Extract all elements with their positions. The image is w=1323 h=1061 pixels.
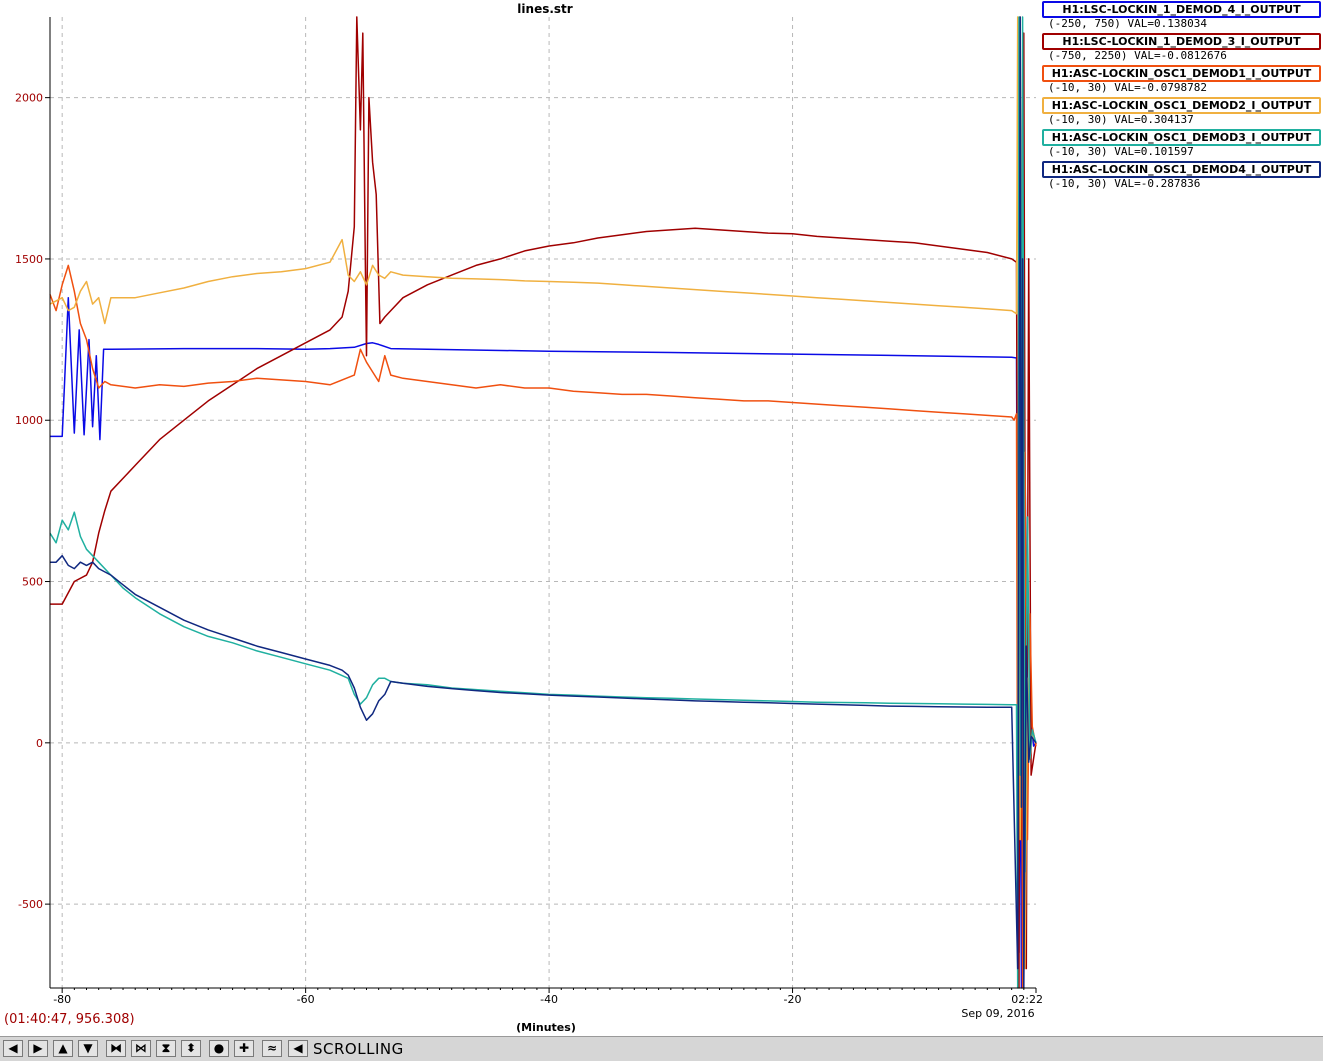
x-tick-label: -80 xyxy=(53,993,71,1006)
reset-button[interactable]: ● xyxy=(209,1040,229,1057)
legend-range: (-750, 2250) xyxy=(1048,49,1128,62)
x-tick-label: -20 xyxy=(784,993,802,1006)
legend-channel-name: H1:ASC-LOCKIN_OSC1_DEMOD4_I_OUTPUT xyxy=(1042,161,1321,178)
legend-range: (-10, 30) xyxy=(1048,177,1108,190)
legend-range: (-250, 750) xyxy=(1048,17,1121,30)
y-tick-label: 500 xyxy=(22,576,43,589)
legend-channel-value: (-750, 2250) VAL=-0.0812676 xyxy=(1048,49,1227,62)
x-tick-label: 02:22:44 xyxy=(1011,993,1042,1006)
x-axis-label: (Minutes) xyxy=(516,1021,576,1034)
legend-item[interactable]: H1:LSC-LOCKIN_1_DEMOD_3_I_OUTPUT (-750, 2… xyxy=(1042,32,1323,64)
add-button[interactable]: ✚ xyxy=(234,1040,254,1057)
legend: H1:LSC-LOCKIN_1_DEMOD_4_I_OUTPUT (-250, 7… xyxy=(1042,0,1323,192)
strip-chart[interactable]: -500 0 500 1000 1500 2000 -80 -60 -40 -20 02:22:4… xyxy=(0,0,1042,1036)
legend-item[interactable]: H1:ASC-LOCKIN_OSC1_DEMOD1_I_OUTPUT (-10, … xyxy=(1042,64,1323,96)
scroll-right-button[interactable]: ▶ xyxy=(28,1040,48,1057)
toolbar: SCROLLING ◀ ▶ ▲ ▼ ⧓ ⋈ ⧗ ⬍ ● ✚ ≈ ◀ xyxy=(0,1036,1323,1061)
legend-channel-name: H1:LSC-LOCKIN_1_DEMOD_4_I_OUTPUT xyxy=(1042,1,1321,18)
cursor-readout: (01:40:47, 956.308) xyxy=(4,1012,135,1027)
legend-item[interactable]: H1:ASC-LOCKIN_OSC1_DEMOD3_I_OUTPUT (-10, … xyxy=(1042,128,1323,160)
legend-channel-name: H1:LSC-LOCKIN_1_DEMOD_3_I_OUTPUT xyxy=(1042,33,1321,50)
y-tick-label: -500 xyxy=(18,898,43,911)
mode-button[interactable]: ≈ xyxy=(262,1040,282,1057)
zoom-x-in-button[interactable]: ⋈ xyxy=(131,1040,151,1057)
y-tick-label: 1500 xyxy=(15,253,43,266)
end-date-label: Sep 09, 2016 xyxy=(961,1007,1034,1020)
scroll-left-button[interactable]: ◀ xyxy=(3,1040,23,1057)
legend-value: VAL=-0.287836 xyxy=(1114,177,1201,190)
legend-channel-value: (-250, 750) VAL=0.138034 xyxy=(1048,17,1207,30)
legend-channel-value: (-10, 30) VAL=-0.0798782 xyxy=(1048,81,1207,94)
zoom-y-out-button[interactable]: ⧗ xyxy=(156,1040,176,1057)
scroll-down-button[interactable]: ▼ xyxy=(78,1040,98,1057)
legend-channel-value: (-10, 30) VAL=0.304137 xyxy=(1048,113,1194,126)
status-label: SCROLLING xyxy=(313,1040,404,1058)
legend-range: (-10, 30) xyxy=(1048,113,1108,126)
legend-value: VAL=-0.0798782 xyxy=(1114,81,1207,94)
zoom-x-out-button[interactable]: ⧓ xyxy=(106,1040,126,1057)
y-tick-label: 0 xyxy=(36,737,43,750)
y-tick-label: 2000 xyxy=(15,92,43,105)
legend-range: (-10, 30) xyxy=(1048,81,1108,94)
x-tick-label: -40 xyxy=(540,993,558,1006)
legend-channel-value: (-10, 30) VAL=0.101597 xyxy=(1048,145,1194,158)
legend-value: VAL=0.304137 xyxy=(1114,113,1194,126)
legend-channel-name: H1:ASC-LOCKIN_OSC1_DEMOD3_I_OUTPUT xyxy=(1042,129,1321,146)
legend-range: (-10, 30) xyxy=(1048,145,1108,158)
chart-title: lines.str xyxy=(517,2,572,16)
legend-value: VAL=-0.0812676 xyxy=(1134,49,1227,62)
legend-item[interactable]: H1:ASC-LOCKIN_OSC1_DEMOD2_I_OUTPUT (-10, … xyxy=(1042,96,1323,128)
legend-item[interactable]: H1:ASC-LOCKIN_OSC1_DEMOD4_I_OUTPUT (-10, … xyxy=(1042,160,1323,192)
legend-value: VAL=0.101597 xyxy=(1114,145,1194,158)
x-tick-label: -60 xyxy=(297,993,315,1006)
y-tick-label: 1000 xyxy=(15,414,43,427)
legend-value: VAL=0.138034 xyxy=(1127,17,1207,30)
chart-background xyxy=(0,0,1042,1036)
legend-item[interactable]: H1:LSC-LOCKIN_1_DEMOD_4_I_OUTPUT (-250, 7… xyxy=(1042,0,1323,32)
legend-channel-value: (-10, 30) VAL=-0.287836 xyxy=(1048,177,1200,190)
scroll-up-button[interactable]: ▲ xyxy=(53,1040,73,1057)
legend-channel-name: H1:ASC-LOCKIN_OSC1_DEMOD2_I_OUTPUT xyxy=(1042,97,1321,114)
legend-channel-name: H1:ASC-LOCKIN_OSC1_DEMOD1_I_OUTPUT xyxy=(1042,65,1321,82)
back-button[interactable]: ◀ xyxy=(288,1040,308,1057)
zoom-y-in-button[interactable]: ⬍ xyxy=(181,1040,201,1057)
